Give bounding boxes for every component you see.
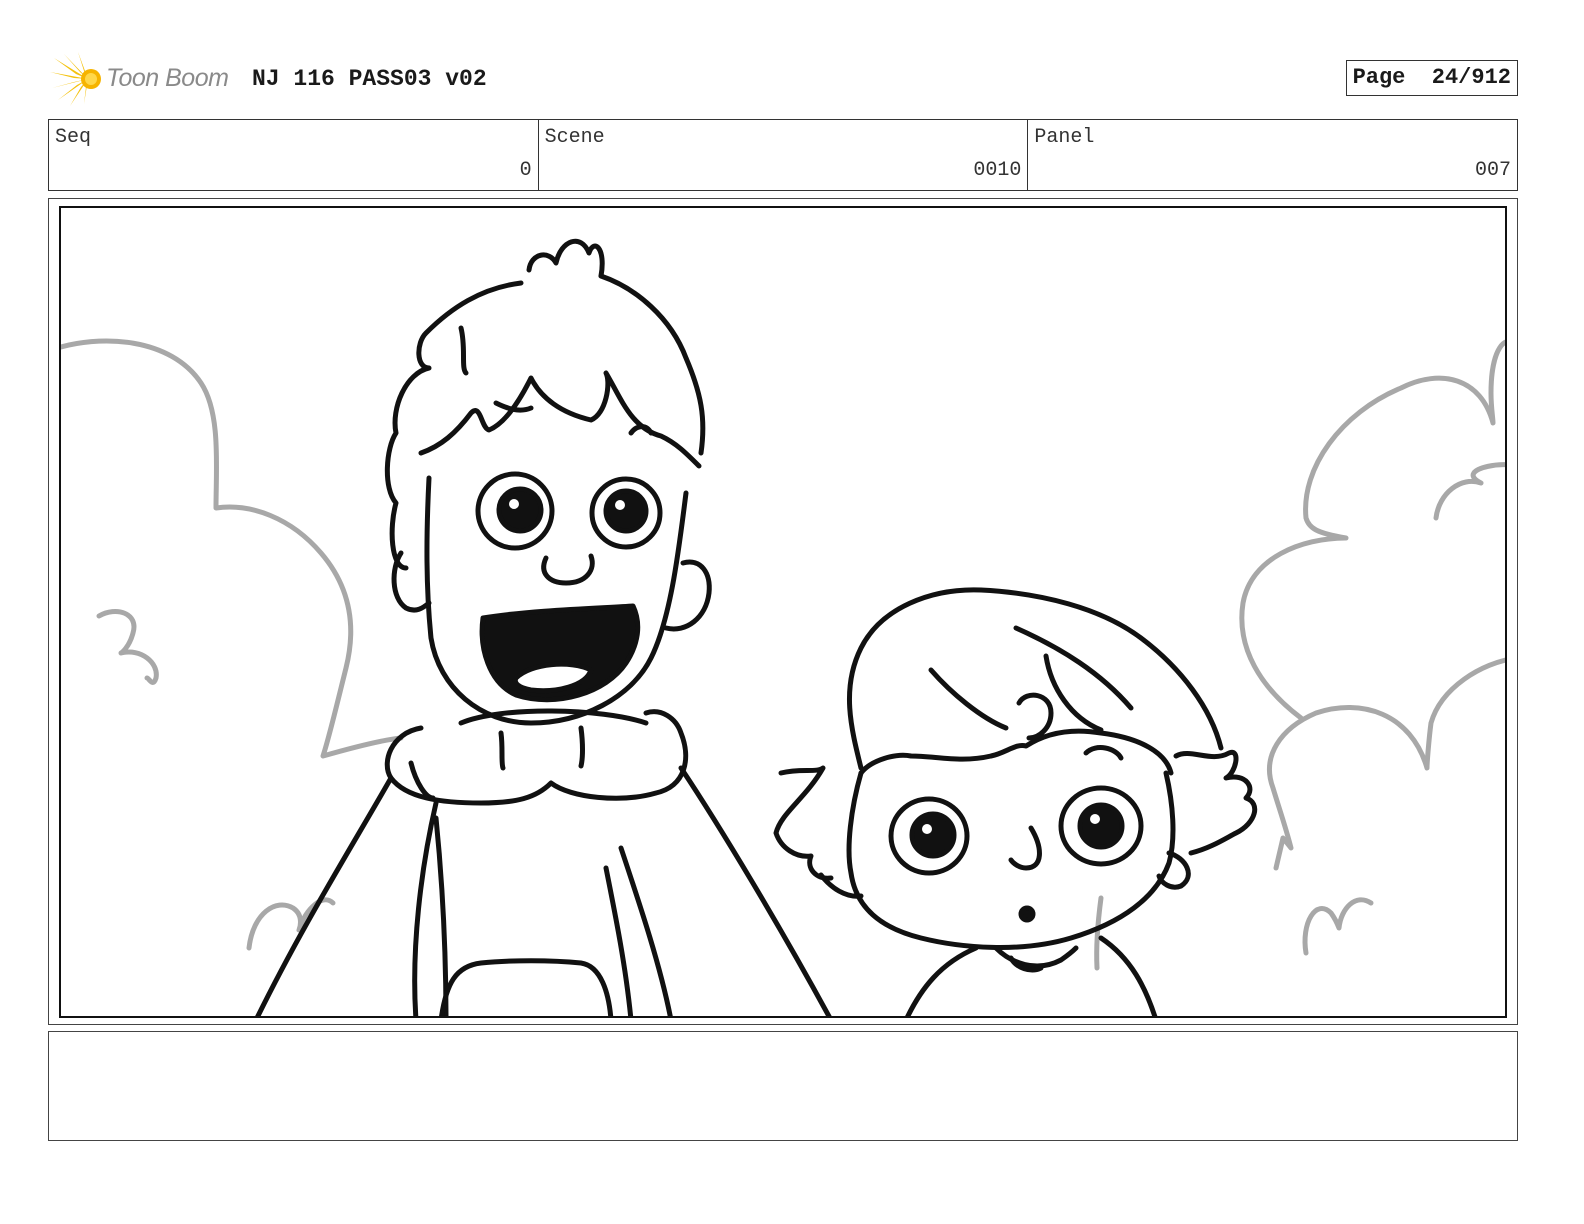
scene-label: Scene xyxy=(544,126,605,149)
panel-info-row: Seq 0 Scene 0010 Panel 007 xyxy=(48,119,1518,191)
toon-boom-sun-icon xyxy=(50,52,101,106)
panel-cell: Panel 007 xyxy=(1028,120,1517,190)
scene-value: 0010 xyxy=(973,159,1022,182)
seq-cell: Seq 0 xyxy=(49,120,539,190)
small-kid-character xyxy=(773,587,1258,1016)
logo-text: Toon Boom xyxy=(106,64,229,92)
page-label: Page xyxy=(1352,65,1406,90)
seq-value: 0 xyxy=(519,159,532,182)
tall-boy-character xyxy=(255,238,832,1016)
toon-boom-logo: Toon Boom xyxy=(50,52,240,106)
page-header: Toon Boom NJ 116 PASS03 v02 Page 24/912 xyxy=(48,50,1520,110)
document-title: NJ 116 PASS03 v02 xyxy=(252,66,487,92)
scene-cell: Scene 0010 xyxy=(539,120,1029,190)
panel-sketch xyxy=(61,238,1505,1016)
storyboard-drawing xyxy=(59,206,1507,1018)
page-number: 24/912 xyxy=(1431,65,1511,90)
storyboard-panel-frame xyxy=(48,198,1518,1025)
background-bushes xyxy=(61,338,1505,971)
panel-notes-box xyxy=(48,1031,1518,1141)
panel-value: 007 xyxy=(1475,159,1512,182)
seq-label: Seq xyxy=(55,126,92,149)
panel-label: Panel xyxy=(1034,126,1095,149)
page-indicator: Page 24/912 xyxy=(1345,60,1518,96)
